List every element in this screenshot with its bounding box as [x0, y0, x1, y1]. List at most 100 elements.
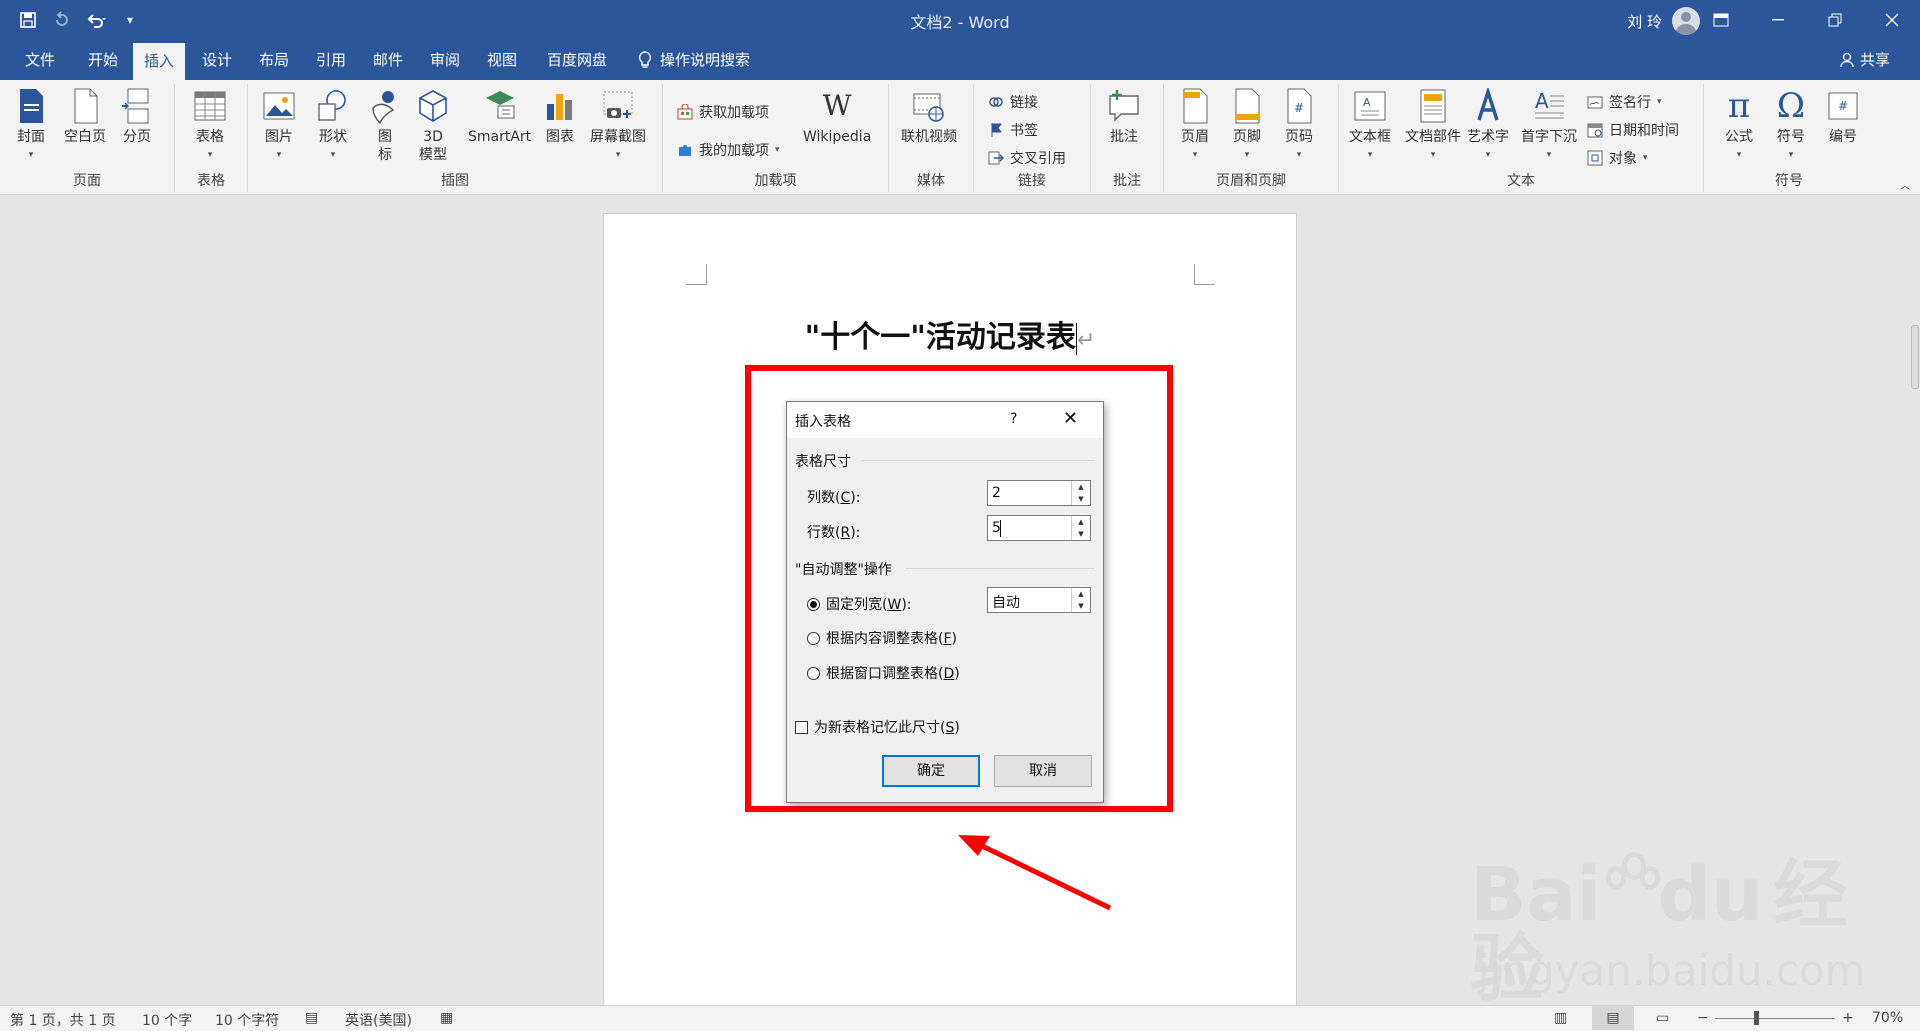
- smartart-button[interactable]: SmartArt: [468, 88, 531, 146]
- up-arrow-icon[interactable]: ▲: [1072, 516, 1090, 528]
- vertical-scrollbar-thumb[interactable]: [1911, 325, 1919, 389]
- zoom-level[interactable]: 70%: [1872, 1010, 1903, 1026]
- text-box-button[interactable]: A 文本框 ▾: [1349, 88, 1391, 164]
- numbering-button[interactable]: # 编号: [1826, 88, 1860, 146]
- get-addins-button[interactable]: 获取加载项: [677, 102, 769, 122]
- icons-label-line1: 图: [378, 129, 392, 145]
- collapse-ribbon-icon[interactable]: ︿: [1900, 177, 1910, 192]
- online-video-button[interactable]: 联机视频: [901, 88, 957, 146]
- tab-references[interactable]: 引用: [308, 40, 354, 80]
- zoom-out-icon[interactable]: −: [1697, 1010, 1709, 1026]
- chart-button[interactable]: 图表: [543, 88, 577, 146]
- language[interactable]: 英语(美国): [345, 1010, 412, 1030]
- down-arrow-icon[interactable]: ▼: [1072, 528, 1090, 540]
- web-layout-icon[interactable]: ▭: [1656, 1010, 1669, 1026]
- redo-icon[interactable]: [48, 6, 76, 34]
- save-icon[interactable]: [14, 6, 42, 34]
- footer-button[interactable]: 页脚 ▾: [1230, 88, 1264, 164]
- chevron-down-icon: ▾: [1546, 150, 1552, 160]
- proofing-icon[interactable]: ▤: [305, 1010, 318, 1026]
- pictures-button[interactable]: 图片 ▾: [262, 88, 296, 164]
- remember-dimensions-checkbox[interactable]: 为新表格记忆此尺寸(S): [795, 717, 960, 737]
- user-account[interactable]: 刘 玲: [1627, 7, 1700, 35]
- tab-mailings[interactable]: 邮件: [365, 40, 411, 80]
- tab-layout[interactable]: 布局: [251, 40, 297, 80]
- read-mode-icon[interactable]: ▥: [1554, 1010, 1567, 1026]
- share-button[interactable]: 共享: [1840, 40, 1890, 80]
- page-break-button[interactable]: 分页: [120, 88, 154, 146]
- macro-icon[interactable]: ▦: [440, 1010, 453, 1026]
- rows-spinner[interactable]: 5 ▲ ▼: [987, 515, 1091, 541]
- symbol-button[interactable]: Ω 符号 ▾: [1774, 88, 1808, 164]
- close-icon[interactable]: ✕: [1063, 408, 1078, 429]
- zoom-slider-thumb[interactable]: [1754, 1011, 1759, 1025]
- wordart-button[interactable]: 艺术字 ▾: [1467, 86, 1509, 164]
- column-width-spinner[interactable]: 自动 ▲ ▼: [987, 587, 1091, 613]
- document-heading[interactable]: "十个一"活动记录表↵: [604, 312, 1296, 356]
- undo-icon[interactable]: [82, 6, 110, 34]
- blank-page-button[interactable]: 空白页: [64, 88, 106, 146]
- char-count[interactable]: 10 个字符: [215, 1010, 279, 1030]
- page-count[interactable]: 第 1 页，共 1 页: [10, 1010, 116, 1030]
- minimize-icon[interactable]: [1749, 0, 1806, 40]
- tab-home[interactable]: 开始: [80, 40, 126, 80]
- up-arrow-icon[interactable]: ▲: [1072, 481, 1090, 493]
- wikipedia-button[interactable]: W Wikipedia: [803, 88, 871, 146]
- up-arrow-icon[interactable]: ▲: [1072, 588, 1090, 600]
- equation-button[interactable]: π 公式 ▾: [1722, 88, 1756, 164]
- columns-stepper[interactable]: ▲ ▼: [1071, 481, 1090, 505]
- cancel-button[interactable]: 取消: [994, 755, 1092, 787]
- ribbon-display-icon[interactable]: [1692, 0, 1749, 40]
- header-button[interactable]: 页眉 ▾: [1178, 88, 1212, 164]
- signature-line-button[interactable]: 签名行 ▾: [1587, 92, 1662, 112]
- user-name: 刘 玲: [1627, 12, 1662, 31]
- quick-parts-button[interactable]: 文档部件 ▾: [1405, 88, 1461, 164]
- footer-icon: [1230, 88, 1264, 124]
- date-time-button[interactable]: 日期和时间: [1587, 120, 1679, 140]
- tab-insert[interactable]: 插入: [133, 43, 185, 80]
- zoom-in-icon[interactable]: +: [1842, 1010, 1854, 1026]
- tell-me-search[interactable]: 操作说明搜索: [638, 40, 750, 80]
- screenshot-button[interactable]: 屏幕截图 ▾: [590, 88, 646, 164]
- autofit-contents-radio[interactable]: 根据内容调整表格(F): [807, 628, 957, 648]
- header-label: 页眉: [1181, 129, 1209, 145]
- tab-baidu-netdisk[interactable]: 百度网盘: [537, 40, 617, 80]
- cross-reference-button[interactable]: 交叉引用: [988, 148, 1066, 168]
- svg-text:#: #: [1838, 99, 1848, 113]
- word-count[interactable]: 10 个字: [142, 1010, 192, 1030]
- down-arrow-icon[interactable]: ▼: [1072, 600, 1090, 612]
- shapes-button[interactable]: 形状 ▾: [316, 88, 350, 164]
- my-addins-button[interactable]: 我的加载项 ▾: [677, 140, 780, 160]
- tab-review[interactable]: 审阅: [422, 40, 468, 80]
- ok-button[interactable]: 确定: [882, 755, 980, 787]
- column-width-stepper[interactable]: ▲ ▼: [1071, 588, 1090, 612]
- rows-stepper[interactable]: ▲ ▼: [1071, 516, 1090, 540]
- tab-design[interactable]: 设计: [194, 40, 240, 80]
- down-arrow-icon[interactable]: ▼: [1072, 493, 1090, 505]
- cover-page-button[interactable]: 封面 ▾: [14, 88, 48, 164]
- table-button[interactable]: 表格 ▾: [193, 88, 227, 164]
- tab-file[interactable]: 文件: [18, 40, 62, 80]
- close-icon[interactable]: [1863, 0, 1920, 40]
- autofit-window-radio[interactable]: 根据窗口调整表格(D): [807, 663, 960, 683]
- quick-access-toolbar: ▾: [14, 6, 144, 34]
- columns-spinner[interactable]: 2 ▲ ▼: [987, 480, 1091, 506]
- object-button[interactable]: 对象 ▾: [1587, 148, 1648, 168]
- link-button[interactable]: 链接: [988, 92, 1038, 112]
- help-button[interactable]: ?: [1010, 411, 1017, 427]
- customize-icon[interactable]: ▾: [116, 6, 144, 34]
- group-label-header-footer: 页眉和页脚: [1216, 173, 1286, 189]
- icons-button[interactable]: 图 标: [368, 88, 402, 164]
- zoom-slider[interactable]: [1715, 1018, 1835, 1019]
- print-layout-icon[interactable]: ▤: [1592, 1006, 1634, 1030]
- tab-view[interactable]: 视图: [479, 40, 525, 80]
- comment-button[interactable]: 批注: [1107, 88, 1141, 146]
- numbering-label: 编号: [1829, 129, 1857, 145]
- bookmark-button[interactable]: 书签: [988, 120, 1038, 140]
- restore-icon[interactable]: [1806, 0, 1863, 40]
- 3d-models-button[interactable]: 3D 模型: [416, 88, 450, 164]
- page-number-button[interactable]: # 页码 ▾: [1282, 88, 1316, 164]
- fixed-column-width-radio[interactable]: 固定列宽(W):: [807, 594, 912, 614]
- drop-cap-button[interactable]: A 首字下沉 ▾: [1521, 88, 1577, 164]
- divider: [861, 460, 1095, 461]
